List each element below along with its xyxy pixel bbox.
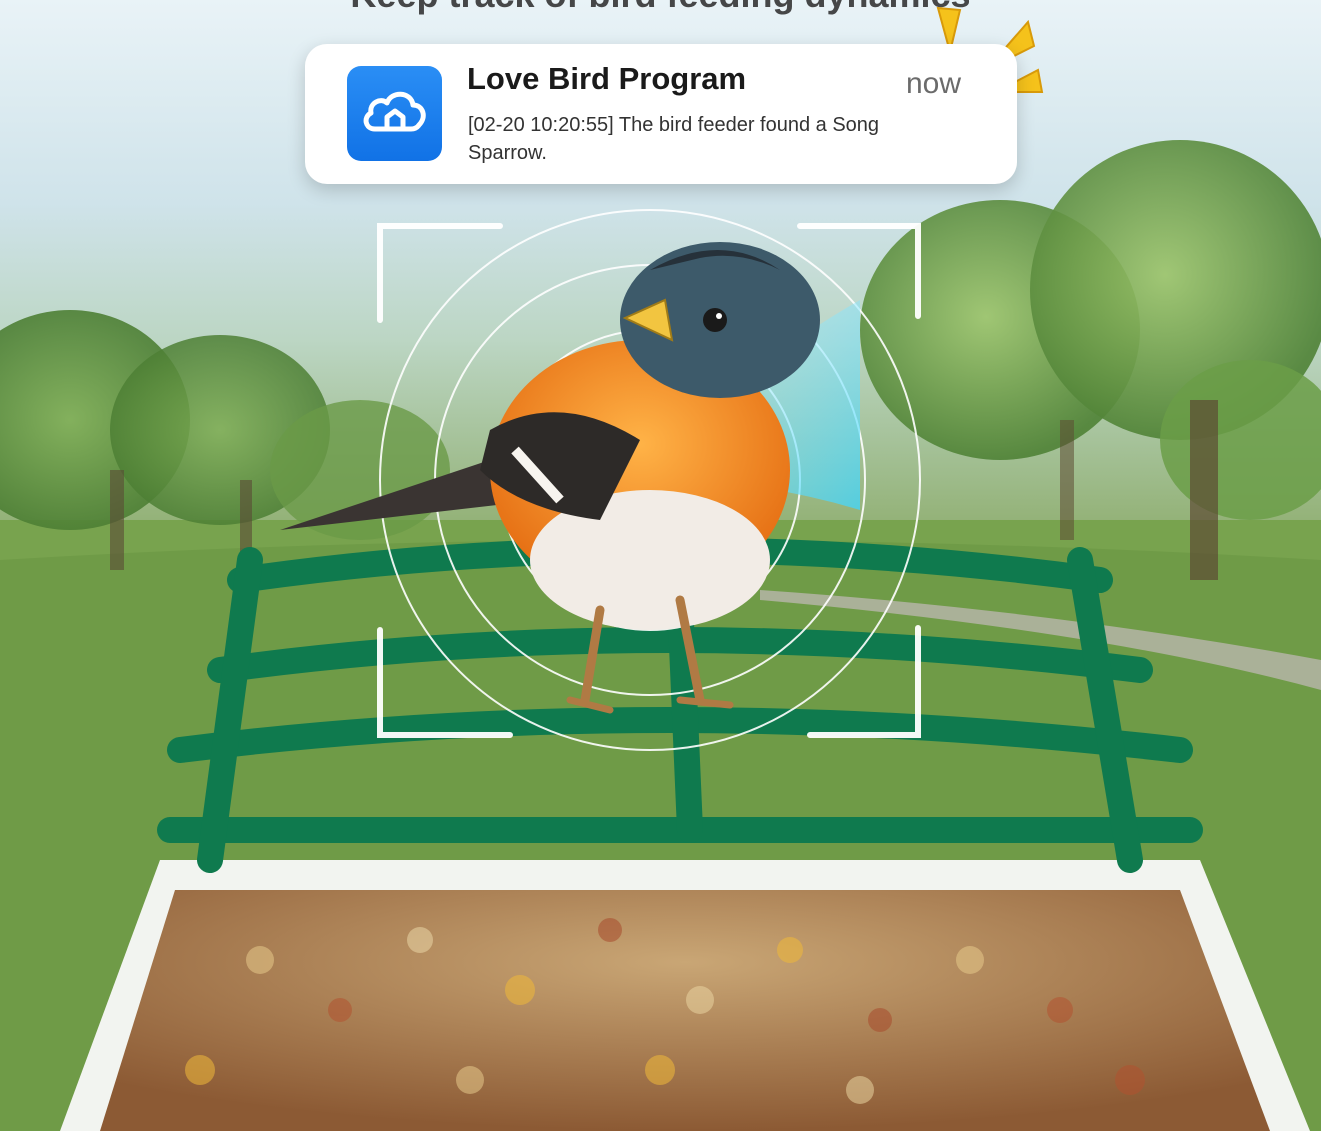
seed-pile <box>100 890 1270 1131</box>
feeder-scene <box>60 209 1310 1131</box>
product-image: Keep track of bird feeding dynamics Love… <box>0 0 1321 1131</box>
